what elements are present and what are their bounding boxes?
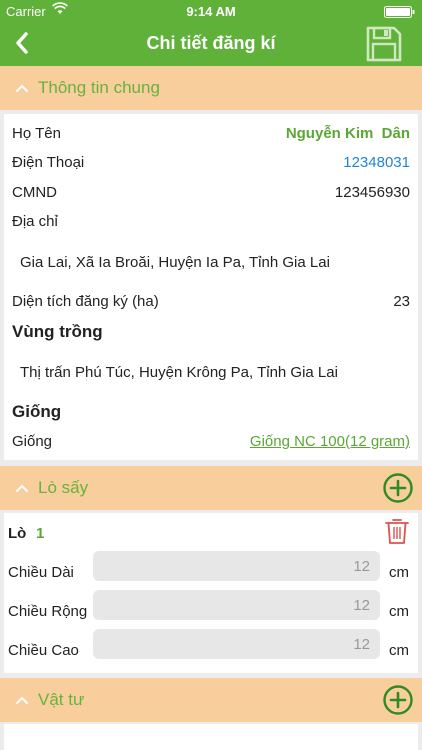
width-label: Chiều Rộng: [8, 603, 88, 620]
floppy-disk-icon: [366, 26, 402, 62]
variety-title: Giống: [12, 402, 62, 421]
variety-link[interactable]: Giống NC 100(12 gram): [250, 433, 410, 450]
width-unit: cm: [389, 603, 409, 620]
chevron-up-icon: [16, 696, 28, 704]
dryer-number: 1: [36, 525, 45, 542]
chevron-up-icon: [16, 484, 28, 492]
height-label: Chiều Cao: [8, 642, 79, 659]
length-unit: cm: [389, 564, 409, 581]
add-supply-button[interactable]: [382, 684, 414, 716]
chevron-up-icon: [16, 84, 28, 92]
section-title: Lò sấy: [38, 478, 89, 497]
registered-area-value: 23: [393, 293, 410, 310]
address-value: Gia Lai, Xã Ia Broăi, Huyện Ia Pa, Tỉnh …: [20, 254, 330, 271]
section-title: Thông tin chung: [38, 78, 160, 97]
full-name-label: Họ Tên: [12, 125, 61, 142]
growing-area-value: Thị trấn Phú Túc, Huyện Krông Pa, Tỉnh G…: [20, 364, 338, 381]
page-title: Chi tiết đăng kí: [146, 33, 276, 53]
dryer-card: Lò 1 Chiều Dài cm Chiều Rộng cm Chiều Ca…: [4, 513, 418, 673]
width-input[interactable]: [93, 590, 380, 620]
section-header-general-info[interactable]: Thông tin chung: [0, 66, 422, 110]
battery-icon: [384, 6, 416, 18]
delete-dryer-button[interactable]: [384, 517, 410, 545]
length-label: Chiều Dài: [8, 564, 74, 581]
section-header-dryer[interactable]: Lò sấy: [0, 466, 422, 510]
height-unit: cm: [389, 642, 409, 659]
supplies-card: [4, 724, 418, 750]
id-card-value: 123456930: [334, 184, 410, 201]
navigation-bar: Chi tiết đăng kí: [0, 22, 422, 66]
status-bar: Carrier 9:14 AM: [0, 0, 422, 22]
id-card-label: CMND: [12, 184, 57, 201]
plus-circle-icon: [383, 685, 413, 715]
height-input[interactable]: [93, 629, 380, 659]
clock: 9:14 AM: [186, 4, 236, 19]
length-input[interactable]: [93, 551, 380, 581]
address-label: Địa chỉ: [12, 213, 58, 230]
registered-area-label: Diện tích đăng ký (ha): [12, 293, 159, 310]
section-title: Vật tư: [38, 690, 85, 709]
dryer-label: Lò: [8, 525, 27, 542]
variety-label: Giống: [12, 433, 53, 450]
trash-icon: [385, 519, 409, 544]
phone-label: Điện Thoại: [12, 154, 85, 171]
save-button[interactable]: [364, 24, 404, 64]
add-dryer-button[interactable]: [382, 472, 414, 504]
phone-value[interactable]: 12348031: [343, 154, 410, 171]
growing-area-title: Vùng trồng: [12, 322, 103, 341]
plus-circle-icon: [383, 473, 413, 503]
general-info-card: Họ Tên Nguyễn Kim Dân Điện Thoại 1234803…: [4, 114, 418, 460]
section-header-supplies[interactable]: Vật tư: [0, 678, 422, 722]
full-name-value: Nguyễn Kim Dân: [285, 125, 410, 142]
